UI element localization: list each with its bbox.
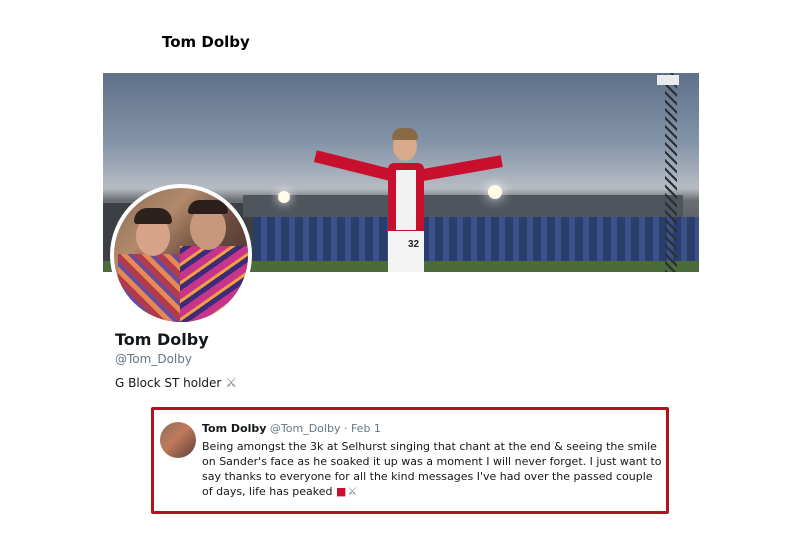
avatar-photo xyxy=(114,188,248,322)
profile-handle[interactable]: @Tom_Dolby xyxy=(115,352,192,366)
stadium-light xyxy=(278,191,290,203)
stadium-light xyxy=(488,185,502,199)
profile-bio-text: G Block ST holder xyxy=(115,376,222,390)
floodlight-tower xyxy=(665,73,677,272)
page-title: Tom Dolby xyxy=(162,33,250,51)
avatar[interactable] xyxy=(110,184,252,326)
shirt-number: 32 xyxy=(408,239,420,250)
crossed-swords-icon: ⚔ xyxy=(347,485,358,498)
tweet-text: Being amongst the 3k at Selhurst singing… xyxy=(202,439,664,499)
tweet-body: Being amongst the 3k at Selhurst singing… xyxy=(202,440,662,498)
player-shirt xyxy=(396,170,416,230)
tweet-date[interactable]: Feb 1 xyxy=(351,422,381,435)
norway-flag-icon: ■ xyxy=(335,485,347,498)
tweet-author-handle[interactable]: @Tom_Dolby xyxy=(270,422,341,435)
avatar-shirt xyxy=(180,246,248,322)
avatar-hair xyxy=(188,200,228,214)
tweet-header: Tom Dolby @Tom_Dolby · Feb 1 xyxy=(202,422,381,435)
crossed-swords-icon: ⚔ xyxy=(225,376,238,391)
stand-roof xyxy=(243,195,683,217)
profile-name[interactable]: Tom Dolby xyxy=(115,330,209,349)
floodlight-head xyxy=(657,75,679,85)
avatar-shirt xyxy=(118,254,188,322)
highlighted-tweet[interactable]: Tom Dolby @Tom_Dolby · Feb 1 Being among… xyxy=(151,407,669,514)
tweet-avatar[interactable] xyxy=(160,422,196,458)
player-hair xyxy=(392,128,418,140)
tweet-separator: · xyxy=(340,422,351,435)
tweet-author-name[interactable]: Tom Dolby xyxy=(202,422,266,435)
avatar-hair xyxy=(134,208,172,224)
player-shorts: 32 xyxy=(388,231,424,272)
player-arm xyxy=(313,150,393,181)
player-arm xyxy=(421,155,503,181)
profile-bio: G Block ST holder ⚔ xyxy=(115,376,237,391)
